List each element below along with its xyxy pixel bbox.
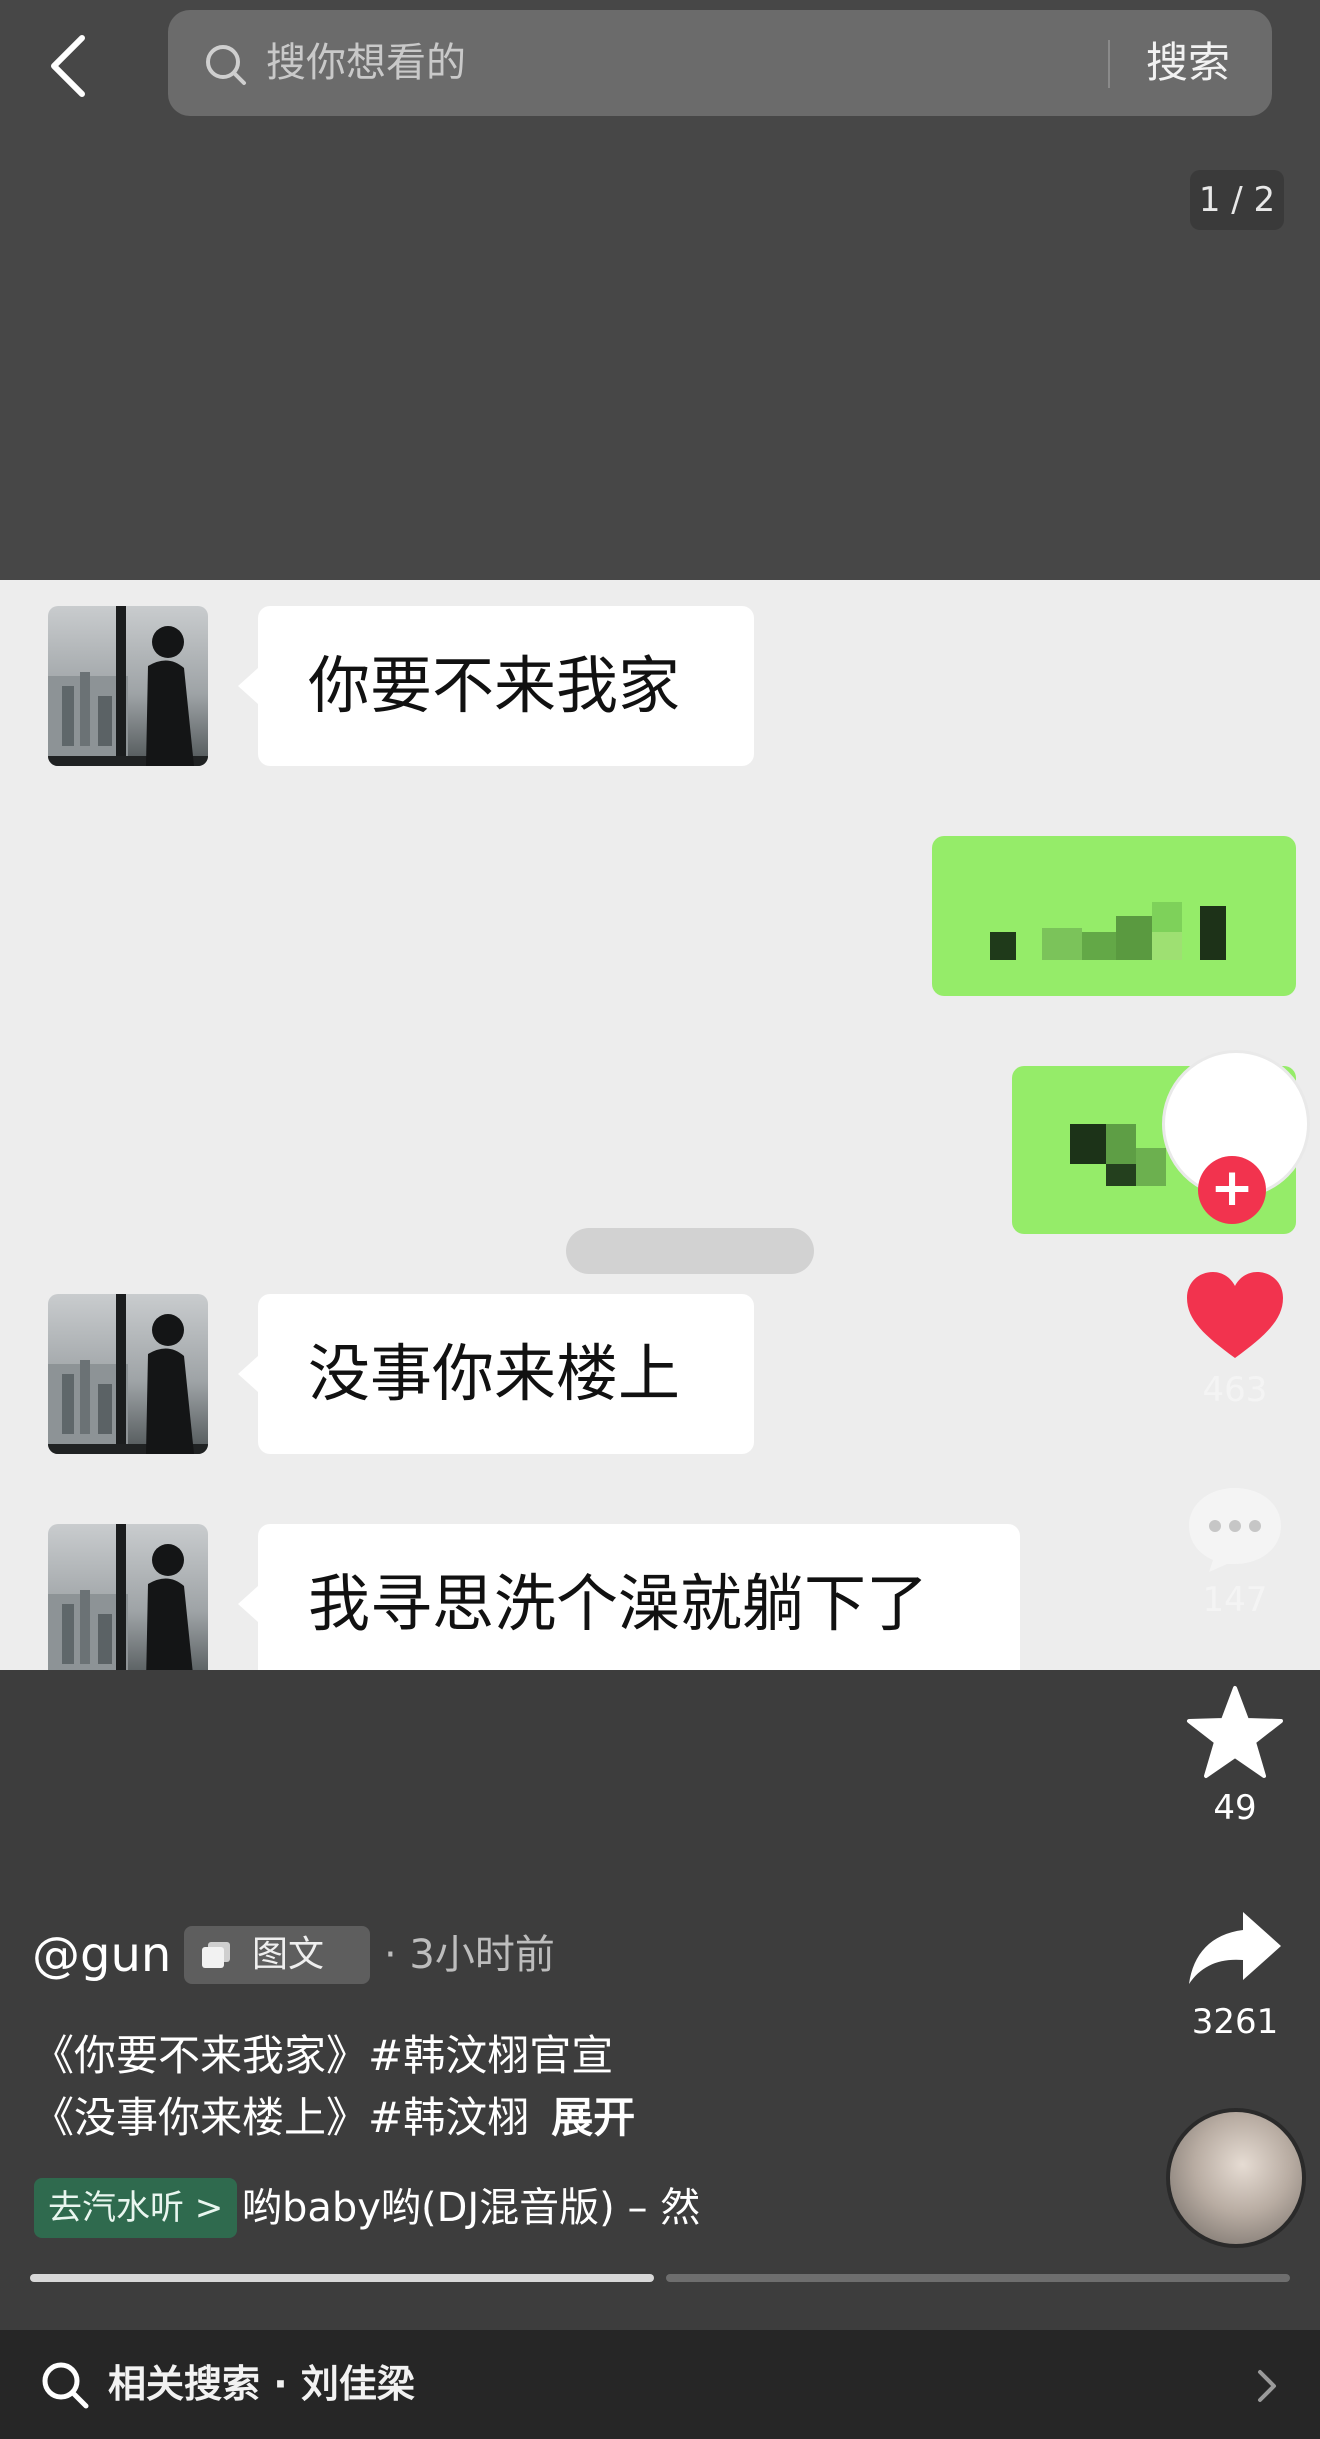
chat-bubble-left: 没事你来楼上 — [238, 1294, 754, 1454]
search-icon — [206, 45, 246, 85]
related-search-label: 相关搜索 · 刘佳梁 — [108, 2362, 415, 2406]
description-text: 《没事你来楼上》#韩汶栩 — [32, 2093, 530, 2142]
back-button[interactable] — [40, 30, 100, 100]
heart-icon — [1187, 1272, 1283, 1358]
chat-message-text: 没事你来楼上 — [308, 1337, 681, 1410]
description-text: 《你要不来我家》#韩汶栩官宣 — [32, 2031, 614, 2080]
chat-bubble-right-pixelated — [932, 836, 1296, 996]
search-icon — [42, 2362, 89, 2409]
chat-bubble-left: 我寻思洗个澡就躺下了 — [238, 1524, 1020, 1670]
star-icon — [1187, 1686, 1283, 1778]
music-row[interactable]: 去汽水听 > 哟baby哟(DJ混音版) – 然 — [34, 2178, 764, 2238]
progress-segment-active — [30, 2274, 654, 2282]
favorite-action[interactable]: 49 — [1160, 1684, 1310, 1828]
blur-smudge — [566, 1228, 814, 1274]
favorite-count: 49 — [1213, 1788, 1257, 1828]
related-search-bar[interactable]: 相关搜索 · 刘佳梁 — [0, 2330, 1320, 2439]
comment-bubble-icon — [1189, 1488, 1281, 1572]
post-description-line1: 《你要不来我家》#韩汶栩官宣 — [32, 2022, 613, 2083]
follow-button[interactable]: + — [1198, 1156, 1266, 1224]
post-time: · 3小时前 — [384, 1932, 555, 1978]
like-count: 463 — [1202, 1370, 1268, 1410]
chat-bubble-left: 你要不来我家 — [238, 606, 754, 766]
share-arrow-icon — [1189, 1912, 1281, 1984]
chat-avatar — [48, 1524, 208, 1670]
post-description-line2: 《没事你来楼上》#韩汶栩 展开 — [32, 2084, 635, 2145]
silhouette-avatar-icon — [48, 606, 208, 766]
comment-action[interactable]: 147 — [1160, 1484, 1310, 1620]
music-disc-avatar[interactable] — [1166, 2108, 1306, 2248]
post-image-chat-screenshot[interactable]: 你要不来我家 没事你来楼上 我寻思洗个澡就躺下了 — [0, 580, 1320, 1670]
like-action[interactable]: 463 — [1160, 1270, 1310, 1410]
back-arrow-icon — [51, 35, 85, 97]
author-name[interactable]: @gun — [32, 1920, 171, 1990]
share-count: 3261 — [1191, 2002, 1279, 2042]
search-divider — [1108, 40, 1110, 88]
open-in-qishui-button[interactable]: 去汽水听 > — [34, 2178, 238, 2238]
search-bar[interactable]: 搜你想看的 搜索 — [168, 10, 1272, 116]
chat-avatar — [48, 606, 208, 766]
post-type-label: 图文 — [252, 1934, 325, 1975]
search-input[interactable]: 搜你想看的 — [266, 34, 466, 92]
comment-count: 147 — [1202, 1580, 1268, 1620]
expand-button[interactable]: 展开 — [551, 2093, 635, 2142]
chat-message-text: 你要不来我家 — [308, 649, 681, 722]
post-type-badge: 图文 — [184, 1926, 370, 1984]
chat-message-text: 我寻思洗个澡就躺下了 — [308, 1567, 929, 1640]
silhouette-avatar-icon — [48, 1524, 193, 1670]
music-title[interactable]: 哟baby哟(DJ混音版) – 然 — [242, 2178, 700, 2238]
chat-avatar — [48, 1294, 208, 1454]
progress-segment-inactive — [666, 2274, 1290, 2282]
image-stack-icon — [202, 1942, 230, 1968]
share-action[interactable]: 3261 — [1160, 1908, 1310, 2042]
chevron-right-icon — [1258, 2370, 1276, 2402]
silhouette-avatar-icon — [48, 1294, 208, 1454]
search-button[interactable]: 搜索 — [1146, 34, 1230, 92]
page-indicator: 1 / 2 — [1190, 170, 1284, 230]
